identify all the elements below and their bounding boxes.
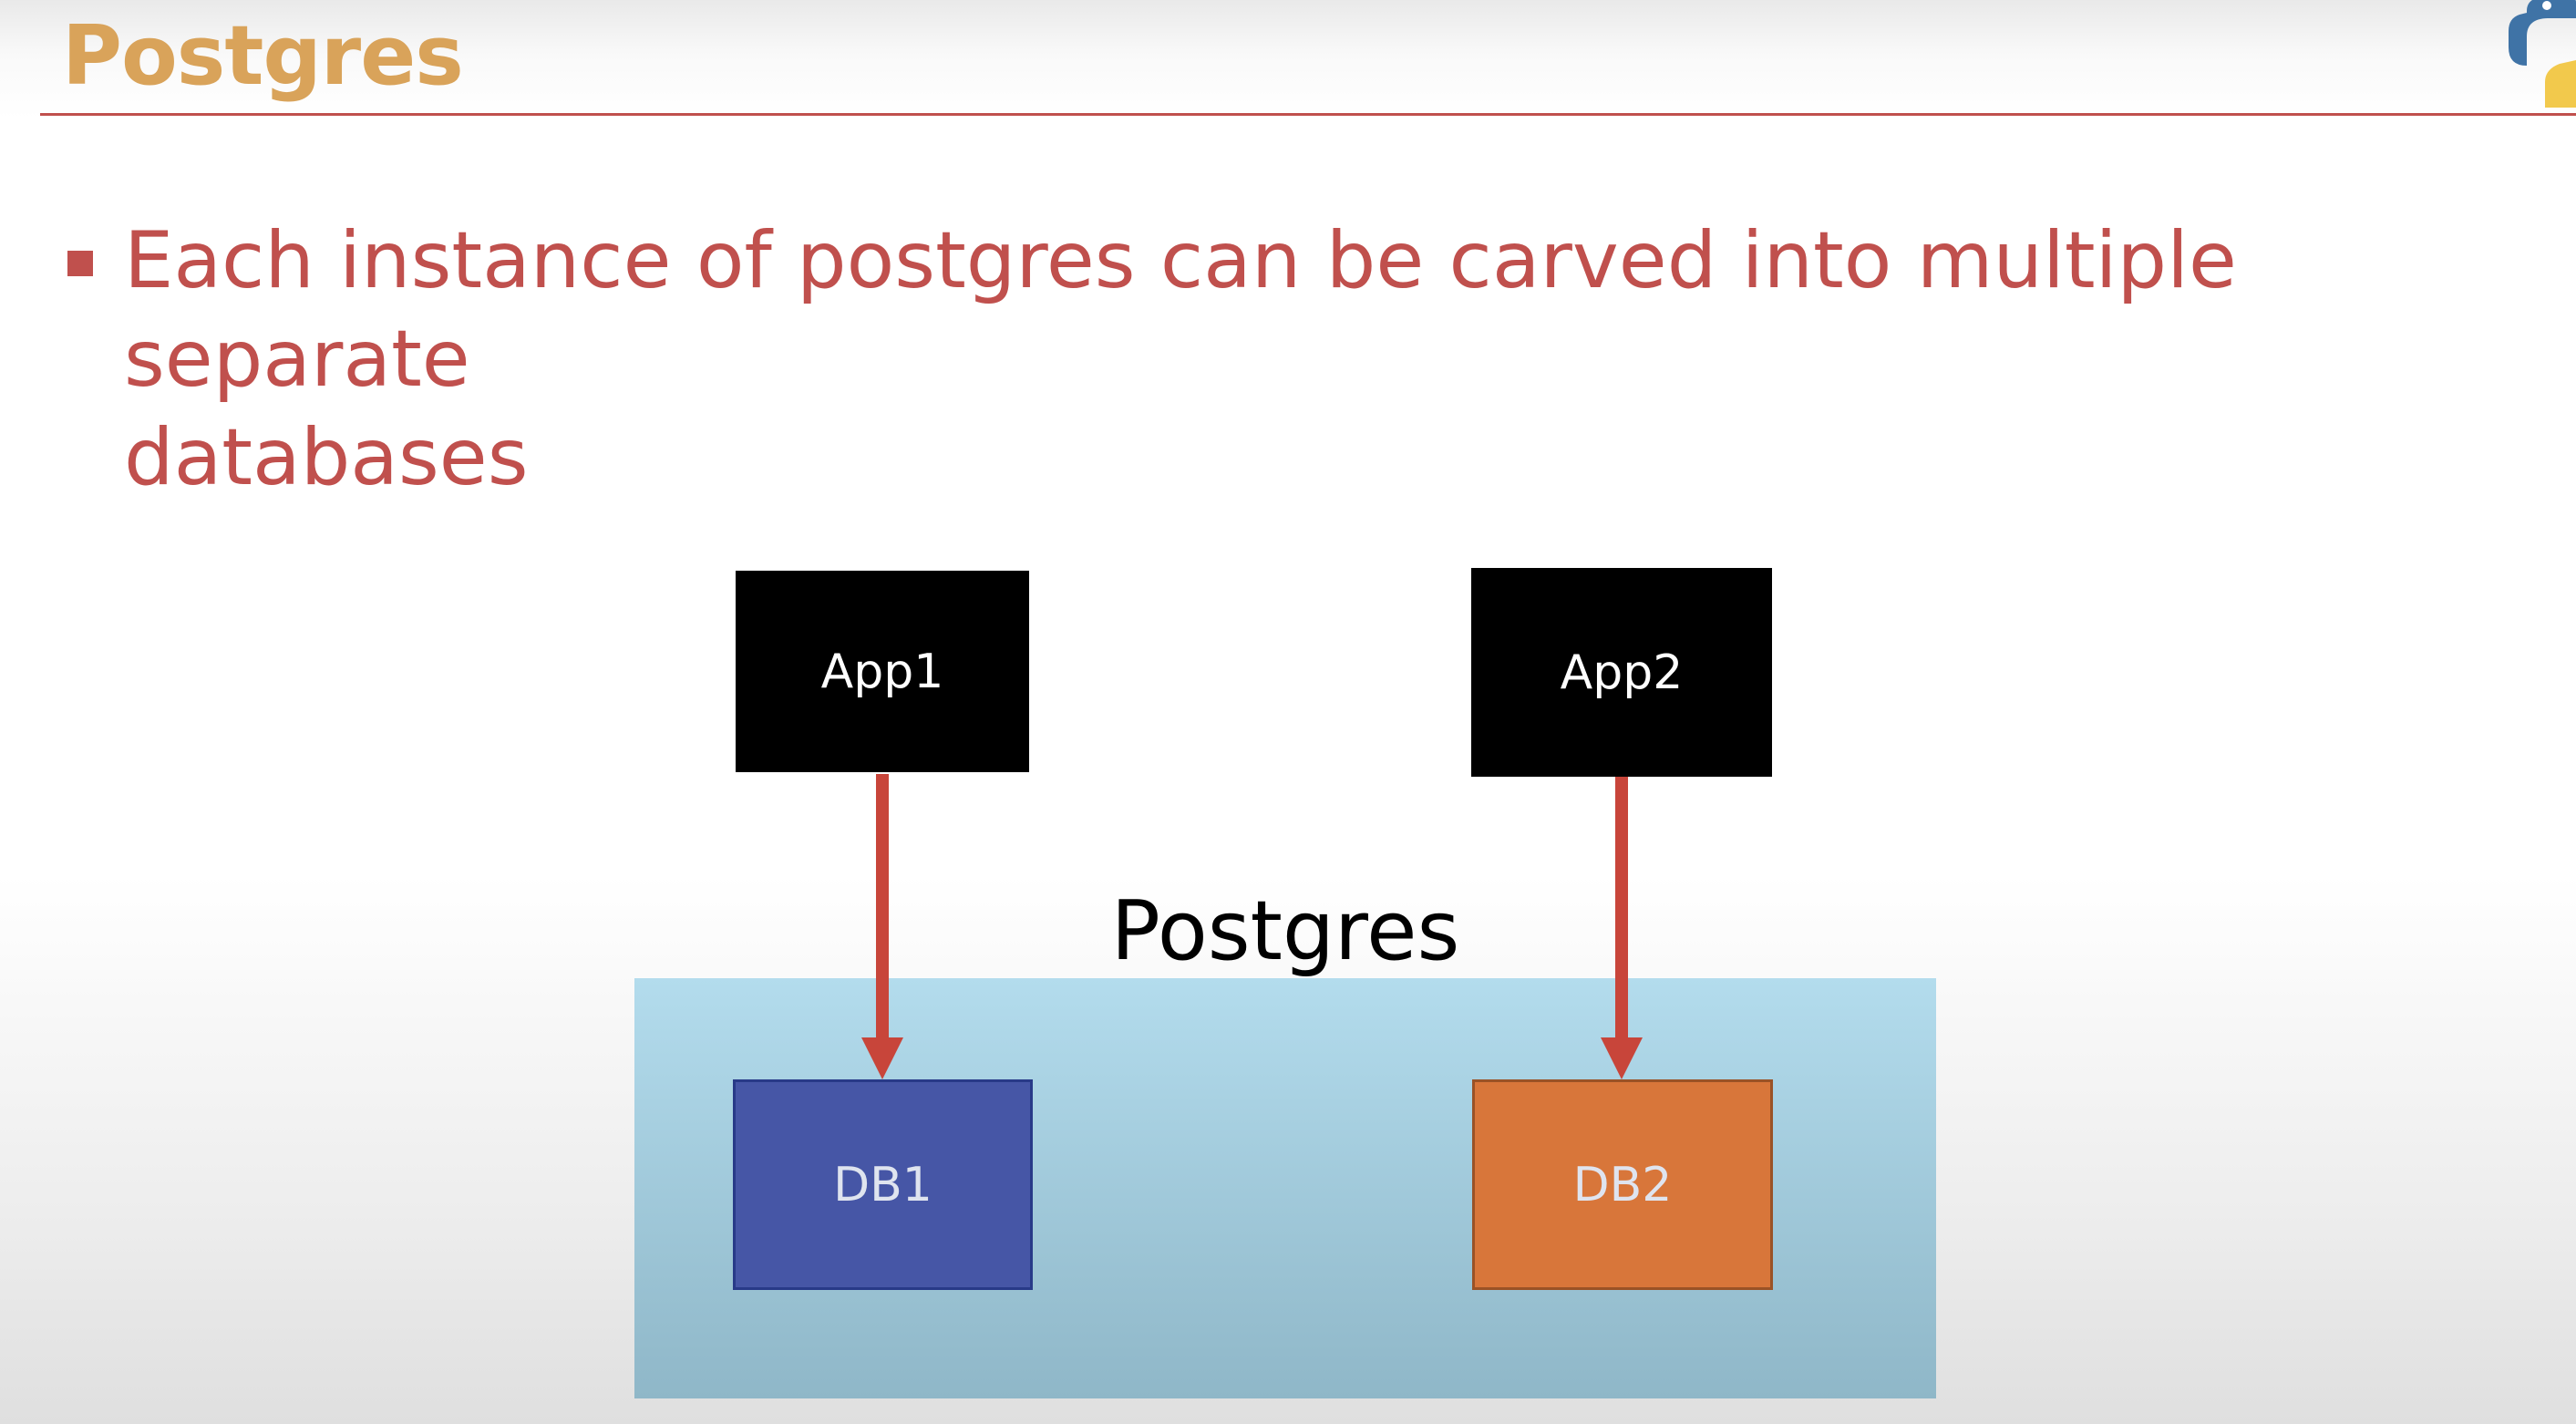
db1-box: DB1 [733,1079,1033,1290]
python-logo-blue-half [2509,0,2576,66]
app2-label: App2 [1560,645,1684,700]
app2-box: App2 [1471,568,1772,777]
bullet-text: Each instance of postgres can be carved … [124,215,2237,503]
db2-box: DB2 [1472,1079,1773,1290]
postgres-instance-label: Postgres [1110,883,1460,979]
python-logo-icon [2509,0,2576,108]
db1-label: DB1 [833,1157,933,1212]
title-divider [40,113,2576,116]
slide-title: Postgres [62,8,464,104]
app1-label: App1 [820,644,944,699]
db2-label: DB2 [1572,1157,1673,1212]
app1-box: App1 [736,571,1029,772]
python-logo-yellow-half [2545,60,2576,108]
python-logo-eye [2542,1,2551,10]
square-bullet-icon [67,251,93,276]
